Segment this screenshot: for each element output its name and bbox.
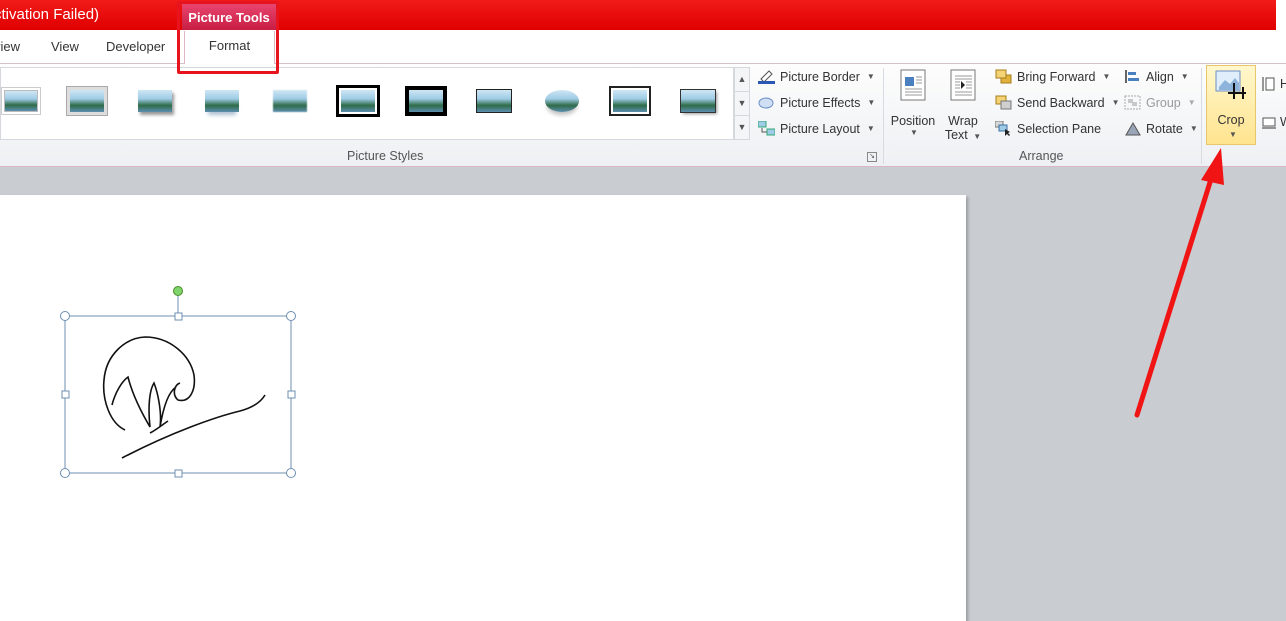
gallery-more-icon[interactable]: ▼ (735, 116, 749, 140)
position-button[interactable]: Position ▼ (889, 68, 937, 148)
resize-handle-top-left[interactable] (60, 311, 70, 321)
chevron-down-icon: ▼ (1187, 98, 1196, 107)
picture-border-label: Picture Border (780, 69, 860, 84)
gallery-scroll-down-icon[interactable]: ▼ (735, 92, 749, 116)
resize-handle-top-right[interactable] (286, 311, 296, 321)
signature-image-selection[interactable] (0, 195, 320, 495)
format-tab-highlight-annotation (177, 1, 279, 74)
picture-effects-label: Picture Effects (780, 95, 861, 110)
rotate-label: Rotate (1146, 121, 1183, 136)
height-label-fragment: H (1280, 77, 1286, 91)
chevron-down-icon: ▼ (1180, 72, 1189, 81)
selection-pane-icon (994, 120, 1012, 136)
image-frame (64, 315, 292, 474)
rotate-icon (1124, 121, 1141, 136)
picture-effects-button[interactable]: Picture Effects ▼ (758, 95, 875, 110)
selection-pane-label: Selection Pane (1017, 121, 1102, 136)
chevron-down-icon: ▼ (867, 98, 876, 107)
resize-handle-top[interactable] (174, 312, 183, 321)
ribbon: ▲ ▼ ▼ Picture Border ▼ Picture Effects ▼… (0, 64, 1286, 167)
signature-drawing (102, 336, 266, 459)
tab-review[interactable]: view (0, 39, 20, 54)
title-bar-edge (1276, 0, 1286, 30)
picture-style-thick-matte-black[interactable] (406, 84, 446, 118)
group-label: Group (1146, 95, 1181, 110)
group-button[interactable]: Group ▼ (1124, 95, 1196, 110)
height-icon[interactable] (1261, 76, 1277, 92)
crop-button[interactable]: Crop ▼ (1206, 65, 1256, 145)
dialog-launcher-icon[interactable]: ↘ (867, 152, 877, 162)
chevron-down-icon: ▼ (1229, 130, 1237, 139)
group-separator (1201, 68, 1202, 164)
chevron-down-icon: ▼ (1111, 98, 1120, 107)
picture-layout-icon (757, 120, 776, 136)
group-separator (883, 68, 884, 164)
crop-icon (1215, 70, 1246, 99)
picture-styles-group-label: Picture Styles (347, 149, 424, 163)
send-backward-button[interactable]: Send Backward ▼ (995, 95, 1119, 110)
send-backward-icon (995, 95, 1012, 110)
picture-style-shadow-rectangle[interactable] (678, 84, 718, 118)
crop-label: Crop (1217, 113, 1245, 127)
rotate-button[interactable]: Rotate ▼ (1124, 121, 1198, 136)
picture-style-simple-frame-white[interactable] (1, 84, 41, 118)
resize-handle-left[interactable] (61, 390, 70, 399)
picture-style-drop-shadow[interactable] (135, 84, 175, 118)
chevron-down-icon: ▼ (1189, 124, 1198, 133)
resize-handle-bottom-left[interactable] (60, 468, 70, 478)
position-label: Position (890, 114, 936, 128)
width-label-fragment: W (1280, 115, 1286, 129)
arrange-group-label: Arrange (1019, 149, 1064, 163)
resize-handle-bottom[interactable] (174, 469, 183, 478)
rotation-handle[interactable] (173, 286, 183, 296)
picture-style-oval[interactable] (542, 84, 582, 118)
tab-view[interactable]: View (51, 39, 79, 54)
picture-style-beveled-matte[interactable] (67, 84, 107, 118)
align-icon (1124, 69, 1141, 84)
group-icon (1124, 95, 1141, 110)
picture-style-soft-edge[interactable] (270, 84, 310, 118)
document-page[interactable] (0, 195, 966, 621)
bring-forward-button[interactable]: Bring Forward ▼ (995, 69, 1110, 84)
picture-styles-gallery (0, 67, 734, 140)
word-window: ctivation Failed) Picture Tools view Vie… (0, 0, 1286, 621)
picture-effects-icon (758, 95, 775, 110)
wrap-text-button[interactable]: Wrap Text ▼ (940, 68, 986, 148)
gallery-scroll-up-icon[interactable]: ▲ (735, 68, 749, 92)
picture-layout-button[interactable]: Picture Layout ▼ (757, 120, 875, 136)
resize-handle-right[interactable] (287, 390, 296, 399)
resize-handle-bottom-right[interactable] (286, 468, 296, 478)
picture-style-double-frame-black[interactable] (338, 84, 378, 118)
chevron-down-icon: ▼ (910, 128, 918, 137)
chevron-down-icon: ▼ (973, 132, 982, 141)
picture-style-metal-frame[interactable] (610, 84, 650, 118)
chevron-down-icon: ▼ (1102, 72, 1111, 81)
chevron-down-icon: ▼ (866, 124, 875, 133)
wrap-text-label-line1: Wrap (948, 114, 978, 128)
tab-developer[interactable]: Developer (106, 39, 165, 54)
align-button[interactable]: Align ▼ (1124, 69, 1189, 84)
gallery-scrollbar[interactable]: ▲ ▼ ▼ (734, 67, 750, 140)
picture-style-simple-black[interactable] (474, 84, 514, 118)
wrap-text-icon (950, 69, 976, 101)
picture-style-reflected[interactable] (202, 84, 242, 118)
send-backward-label: Send Backward (1017, 95, 1105, 110)
chevron-down-icon: ▼ (866, 72, 875, 81)
bring-forward-label: Bring Forward (1017, 69, 1096, 84)
picture-border-icon (758, 69, 775, 84)
wrap-text-label-line2: Text (944, 128, 968, 142)
window-title: ctivation Failed) (0, 6, 100, 23)
bring-forward-icon (995, 69, 1012, 84)
width-icon[interactable] (1261, 114, 1277, 130)
selection-pane-button[interactable]: Selection Pane (994, 120, 1102, 136)
picture-layout-label: Picture Layout (780, 121, 860, 136)
position-icon (900, 69, 926, 101)
align-label: Align (1146, 69, 1174, 84)
picture-border-button[interactable]: Picture Border ▼ (758, 69, 875, 84)
